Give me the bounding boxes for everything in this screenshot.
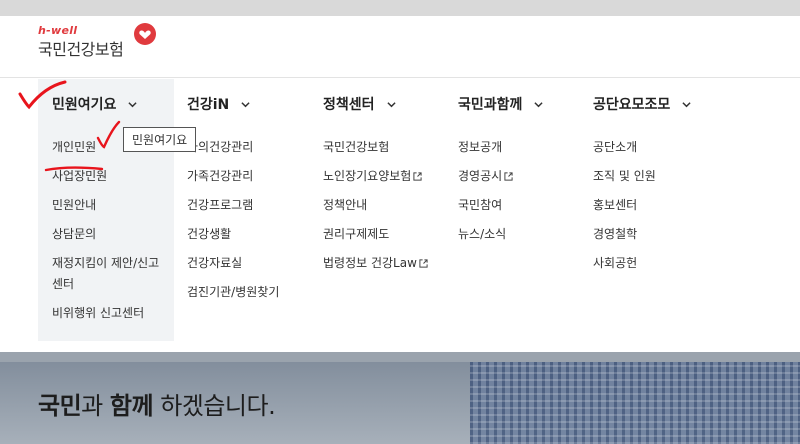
chevron-down-icon bbox=[386, 101, 396, 107]
banner-building-floors bbox=[470, 352, 800, 444]
slogan-mid: 과 bbox=[81, 392, 110, 420]
chevron-down-icon bbox=[128, 101, 138, 107]
external-link-icon bbox=[504, 172, 513, 181]
menu-link-news[interactable]: 뉴스/소식 bbox=[458, 220, 513, 249]
menu-link-my-health[interactable]: 나의건강관리 bbox=[187, 133, 279, 162]
chevron-down-icon bbox=[241, 101, 250, 107]
slogan-end: 하겠습니다. bbox=[153, 392, 276, 420]
menu-link-find-hospital[interactable]: 검진기관/병원찾기 bbox=[187, 278, 279, 307]
external-link-icon bbox=[413, 172, 422, 181]
menu-link-policy-guide[interactable]: 정책안내 bbox=[323, 191, 428, 220]
slogan-strong-1: 국민 bbox=[38, 392, 82, 420]
nav-tooltip: 민원여기요 bbox=[123, 127, 197, 152]
nav-label: 정책센터 bbox=[323, 97, 375, 113]
menu-link-minwon-guide[interactable]: 민원안내 bbox=[52, 191, 174, 220]
nav-item-minwon[interactable]: 민원여기요 bbox=[38, 79, 174, 129]
menu-link-health-life[interactable]: 건강생활 bbox=[187, 220, 279, 249]
menu-link-health-program[interactable]: 건강프로그램 bbox=[187, 191, 279, 220]
menu-link-intro[interactable]: 공단소개 bbox=[593, 133, 656, 162]
menu-link-pr-center[interactable]: 홍보센터 bbox=[593, 191, 656, 220]
menu-link-label: 법령정보 건강Law bbox=[323, 256, 417, 270]
menu-link-family-health[interactable]: 가족건강관리 bbox=[187, 162, 279, 191]
nav-item-together[interactable]: 국민과함께 bbox=[458, 79, 544, 129]
menu-link-business-minwon[interactable]: 사업장민원 bbox=[52, 162, 174, 191]
menu-link-finance-report[interactable]: 재정지킴이 제안/신고센터 bbox=[52, 249, 167, 299]
nav-item-about[interactable]: 공단요모조모 bbox=[593, 79, 691, 129]
menu-link-info-disclosure[interactable]: 정보공개 bbox=[458, 133, 513, 162]
main-nav: 민원여기요 건강iN 정책센터 국민과함께 공단요모조모 bbox=[0, 79, 800, 129]
slogan-strong-2: 함께 bbox=[109, 392, 154, 420]
banner-cut-text bbox=[0, 352, 800, 362]
menu-link-label: 경영공시 bbox=[458, 169, 503, 183]
menu-link-organization[interactable]: 조직 및 인원 bbox=[593, 162, 656, 191]
menu-link-philosophy[interactable]: 경영철학 bbox=[593, 220, 656, 249]
heart-icon bbox=[134, 23, 156, 45]
menu-column-minwon: 개인민원 사업장민원 민원안내 상담문의 재정지킴이 제안/신고센터 비위행위 … bbox=[38, 129, 174, 341]
nav-label: 건강iN bbox=[187, 97, 230, 113]
menu-link-ltc-insurance[interactable]: 노인장기요양보험 bbox=[323, 162, 428, 191]
menu-link-misconduct-report[interactable]: 비위행위 신고센터 bbox=[52, 299, 174, 328]
menu-link-label: 노인장기요양보험 bbox=[323, 169, 412, 183]
menu-link-national-insurance[interactable]: 국민건강보험 bbox=[323, 133, 428, 162]
logo-brand-name: 국민건강보험 bbox=[38, 40, 124, 59]
external-link-icon bbox=[419, 259, 428, 268]
nav-item-policy[interactable]: 정책센터 bbox=[323, 79, 396, 129]
banner-slogan: 국민과 함께 하겠습니다. bbox=[38, 386, 276, 421]
nav-label: 공단요모조모 bbox=[593, 97, 671, 113]
chevron-down-icon bbox=[534, 101, 544, 107]
menu-link-social-contribution[interactable]: 사회공헌 bbox=[593, 249, 656, 278]
nav-item-health[interactable]: 건강iN bbox=[187, 79, 250, 129]
menu-link-consultation[interactable]: 상담문의 bbox=[52, 220, 174, 249]
menu-link-health-resources[interactable]: 건강자료실 bbox=[187, 249, 279, 278]
menu-link-rights-relief[interactable]: 권리구제제도 bbox=[323, 220, 428, 249]
menu-link-management-disclosure[interactable]: 경영공시 bbox=[458, 162, 513, 191]
page-frame: h-well 국민건강보험 민원여기요 건강iN 정책센터 국민과함께 공단요모… bbox=[0, 16, 800, 444]
menu-link-law-info[interactable]: 법령정보 건강Law bbox=[323, 249, 428, 278]
menu-link-participation[interactable]: 국민참여 bbox=[458, 191, 513, 220]
menu-column-about: 공단소개 조직 및 인원 홍보센터 경영철학 사회공헌 bbox=[593, 129, 656, 278]
hero-banner: 국민과 함께 하겠습니다. bbox=[0, 352, 800, 444]
nav-label: 국민과함께 bbox=[458, 97, 523, 113]
chevron-down-icon bbox=[682, 101, 691, 107]
menu-column-together: 정보공개 경영공시 국민참여 뉴스/소식 bbox=[458, 129, 513, 249]
site-logo[interactable]: h-well 국민건강보험 bbox=[38, 23, 156, 60]
menu-column-health: 나의건강관리 가족건강관리 건강프로그램 건강생활 건강자료실 검진기관/병원찾… bbox=[187, 129, 279, 307]
nav-label: 민원여기요 bbox=[52, 97, 117, 113]
menu-column-policy: 국민건강보험 노인장기요양보험 정책안내 권리구제제도 법령정보 건강Law bbox=[323, 129, 428, 278]
site-header: h-well 국민건강보험 bbox=[0, 16, 800, 78]
